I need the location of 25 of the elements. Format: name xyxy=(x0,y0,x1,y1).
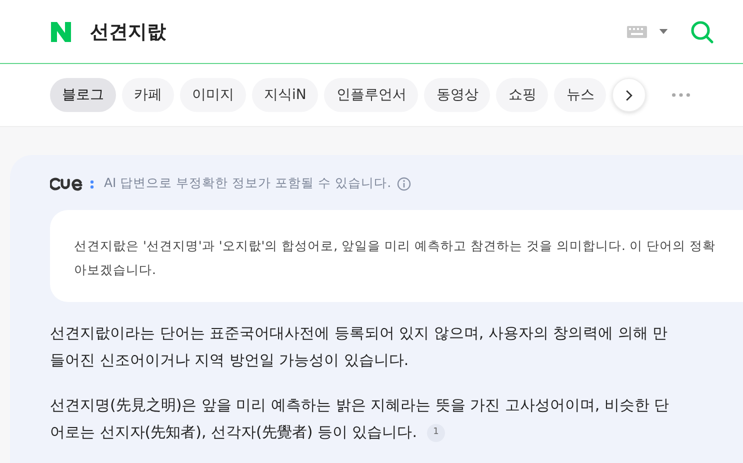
answer-text: 들어진 신조어이거나 지역 방언일 가능성이 있습니다. xyxy=(50,350,409,371)
disclaimer-text: AI 답변으로 부정확한 정보가 포함될 수 있습니다. xyxy=(104,175,392,192)
citation-badge[interactable]: 1 xyxy=(427,424,446,442)
answer-text: 선견지명(先見之明)은 앞을 미리 예측하는 밝은 지혜라는 뜻을 가진 고사성어이며, 비슷한 단 xyxy=(50,395,670,416)
category-tab[interactable]: 뉴스 xyxy=(554,78,606,112)
category-tab[interactable]: 쇼핑 xyxy=(496,78,548,112)
next-button[interactable] xyxy=(612,78,646,112)
answer-text: 어로는 선지자(先知者), 선각자(先覺者) 등이 있습니다. xyxy=(50,422,418,443)
summary-text: 아보겠습니다. xyxy=(74,261,157,279)
chevron-right-icon xyxy=(625,88,634,102)
caret-icon[interactable] xyxy=(659,29,668,34)
logo-icon[interactable] xyxy=(50,22,72,42)
summary-text: 선견지랎은 '선견지명'과 '오지랎'의 합성어로, 앞일을 미리 예측하고 참견하는 것을 의미합니다. 이 단어의 정확 xyxy=(74,237,716,255)
search-field[interactable]: 선견지랎 xyxy=(90,18,627,44)
info-icon[interactable] xyxy=(397,176,412,190)
more-icon[interactable] xyxy=(672,93,690,97)
category-tab[interactable]: 블로그 xyxy=(50,78,116,112)
category-tab[interactable]: 이미지 xyxy=(180,78,246,112)
category-tab[interactable]: 지식iN xyxy=(252,78,318,112)
search-icon[interactable] xyxy=(690,20,714,44)
keyboard-icon[interactable] xyxy=(627,26,647,38)
answer-text: 선견지랎이라는 단어는 표준국어대사전에 등록되어 있지 않으며, 사용자의 창의력에 의해 만 xyxy=(50,323,668,344)
category-tab[interactable]: 인플루언서 xyxy=(324,78,418,112)
category-tab[interactable]: 동영상 xyxy=(424,78,490,112)
category-tab[interactable]: 카페 xyxy=(122,78,174,112)
